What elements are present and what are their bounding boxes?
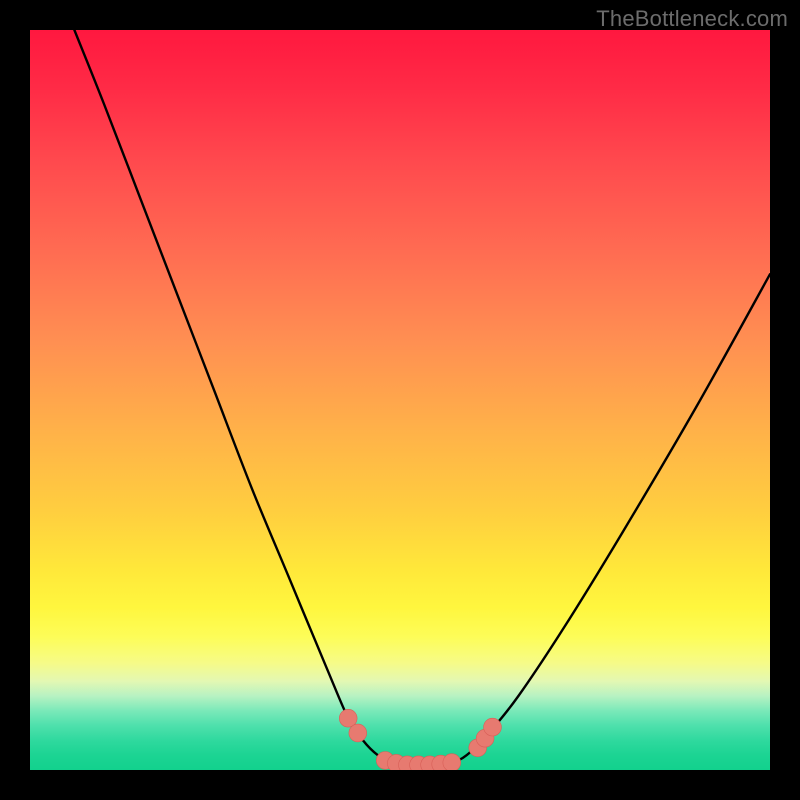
bottleneck-curve: [74, 30, 770, 765]
curve-marker: [484, 718, 502, 736]
curve-markers: [339, 709, 501, 770]
curve-marker: [339, 709, 357, 727]
curve-layer: [30, 30, 770, 770]
plot-area: [30, 30, 770, 770]
curve-marker: [349, 724, 367, 742]
curve-marker: [443, 754, 461, 770]
chart-frame: TheBottleneck.com: [0, 0, 800, 800]
watermark-text: TheBottleneck.com: [596, 6, 788, 32]
